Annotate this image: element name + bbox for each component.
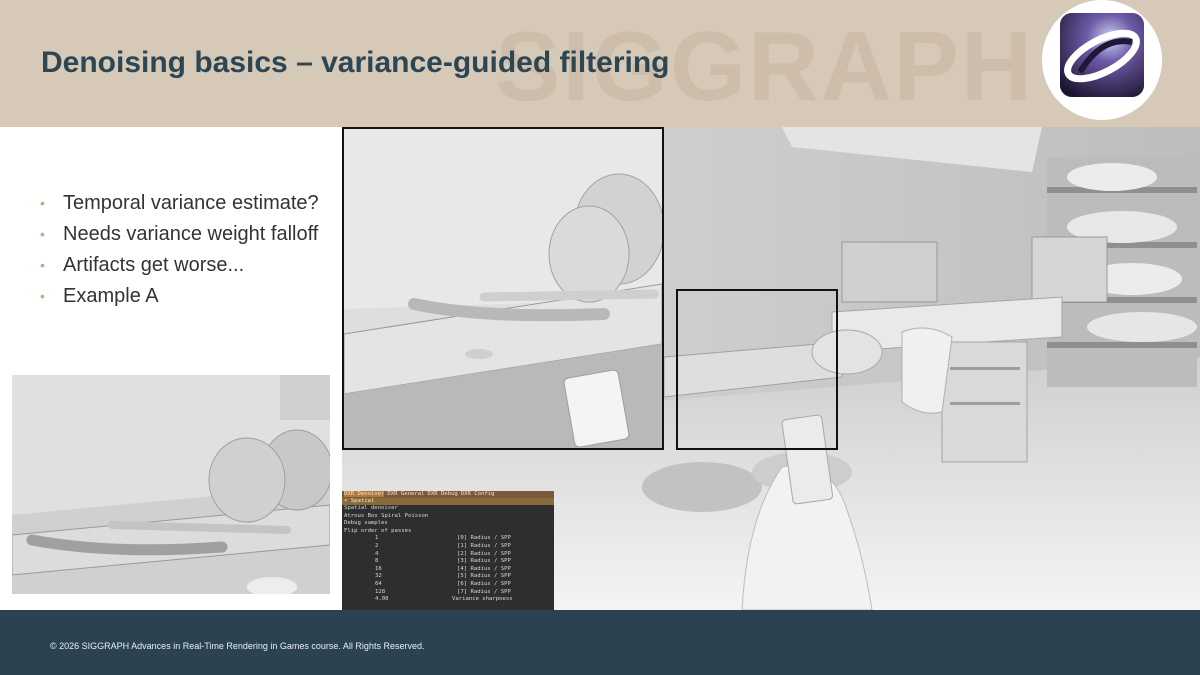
list-item: • Artifacts get worse...: [40, 252, 319, 283]
radio-poisson[interactable]: Poisson: [405, 513, 429, 519]
radio-atrous[interactable]: Atrous: [344, 513, 364, 519]
debug-samples-checkbox[interactable]: Debug samples: [342, 520, 554, 528]
radio-box[interactable]: Box: [368, 513, 378, 519]
tab-dxr-config[interactable]: DXR Config: [461, 491, 495, 497]
slide-title: Denoising basics – variance-guided filte…: [41, 46, 670, 79]
siggraph-logo-icon: [1042, 0, 1162, 120]
pass-slider-row[interactable]: 2 [1] Radius / SPP: [342, 543, 554, 551]
comparison-inset: [12, 375, 330, 594]
spatial-denoiser-checkbox[interactable]: Spatial denoiser: [342, 505, 554, 513]
bullet-list: • Temporal variance estimate? • Needs vari…: [40, 190, 319, 314]
list-item: • Example A: [40, 283, 319, 314]
debug-tab-bar: DXR Denoiser DXR General DXR Debug DXR Conf…: [342, 491, 554, 498]
radio-spiral[interactable]: Spiral: [381, 513, 401, 519]
spatial-section-header[interactable]: ▾ Spatial: [342, 498, 554, 505]
filter-radio-group[interactable]: Atrous Box Spiral Poisson: [342, 513, 554, 521]
copyright-text: © 2026 SIGGRAPH Advances in Real-Time Re…: [50, 641, 425, 651]
bullet-text: Example A: [63, 285, 159, 307]
bullet-icon: •: [40, 195, 45, 211]
bullet-icon: •: [40, 288, 45, 304]
zoom-region-box: [676, 289, 838, 450]
pass-slider-row[interactable]: 64 [6] Radius / SPP: [342, 581, 554, 589]
flip-order-checkbox[interactable]: Flip order of passes: [342, 528, 554, 536]
bullet-icon: •: [40, 257, 45, 273]
comparison-shelf-image: [12, 375, 330, 594]
variance-sharpness-slider[interactable]: 4.00 Variance sharpness: [342, 596, 554, 604]
pass-slider-row[interactable]: 16 [4] Radius / SPP: [342, 566, 554, 574]
denoiser-debug-panel: DXR Denoiser DXR General DXR Debug DXR Conf…: [342, 491, 554, 610]
pass-slider-row[interactable]: 4 [2] Radius / SPP: [342, 551, 554, 559]
pass-slider-row[interactable]: 8 [3] Radius / SPP: [342, 558, 554, 566]
bullet-icon: •: [40, 226, 45, 242]
bullet-text: Needs variance weight falloff: [63, 223, 319, 245]
bullet-text: Artifacts get worse...: [63, 254, 245, 276]
list-item: • Needs variance weight falloff: [40, 221, 319, 252]
zoom-inset-main: [342, 127, 664, 450]
zoomed-shelf-image: [344, 129, 662, 448]
list-item: • Temporal variance estimate?: [40, 190, 319, 221]
tab-dxr-debug[interactable]: DXR Debug: [427, 491, 457, 497]
pass-slider-row[interactable]: 128 [7] Radius / SPP: [342, 589, 554, 597]
pass-slider-row[interactable]: 32 [5] Radius / SPP: [342, 573, 554, 581]
tab-dxr-general[interactable]: DXR General: [387, 491, 424, 497]
tab-dxr-denoiser[interactable]: DXR Denoiser: [344, 491, 385, 497]
bullet-text: Temporal variance estimate?: [63, 192, 319, 214]
pass-slider-row[interactable]: 1 [0] Radius / SPP: [342, 535, 554, 543]
slide-header: SIGGRAPH Denoising basics – variance-gui…: [0, 0, 1200, 127]
